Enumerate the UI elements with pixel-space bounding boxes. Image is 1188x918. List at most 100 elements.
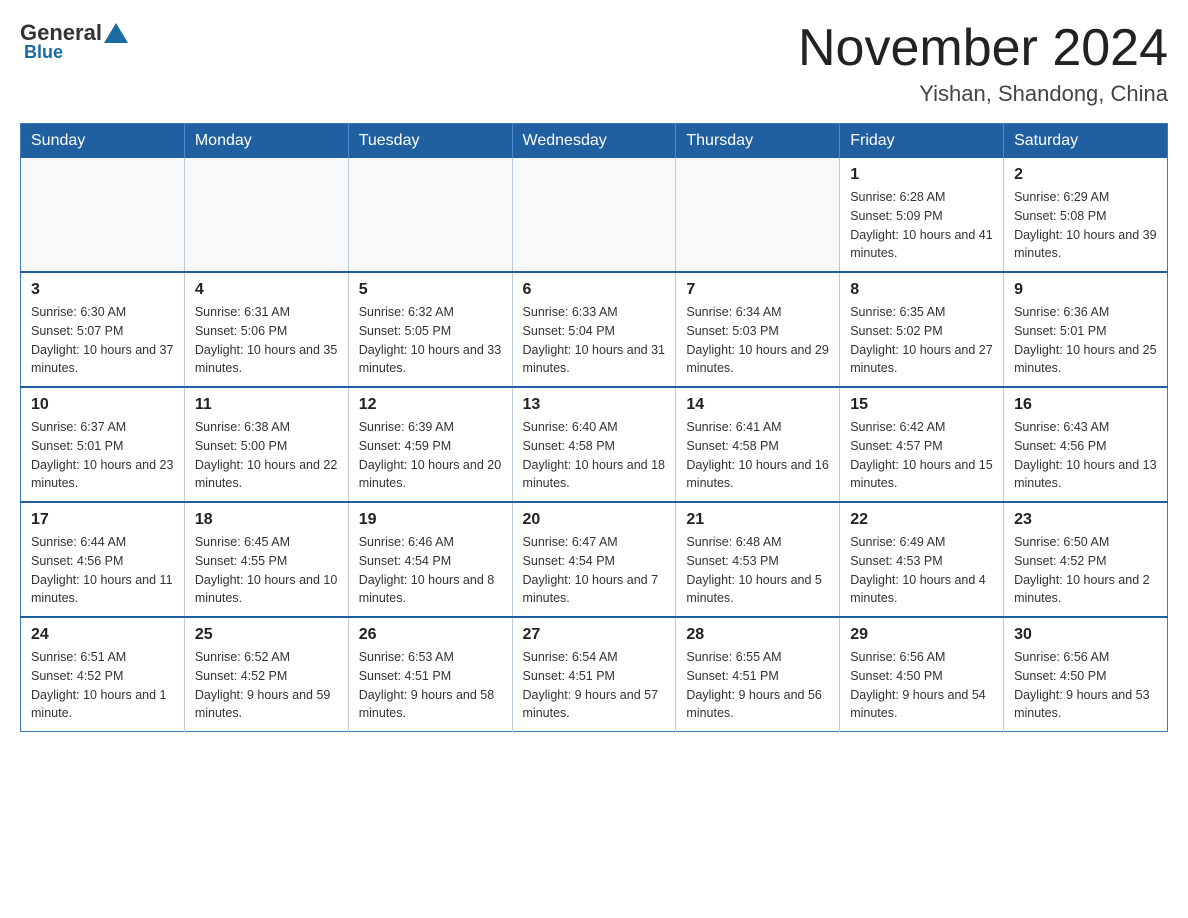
calendar-cell: 11 Sunrise: 6:38 AM Sunset: 5:00 PM Dayli… [184, 387, 348, 502]
day-number: 12 [359, 396, 502, 414]
calendar-cell: 5 Sunrise: 6:32 AM Sunset: 5:05 PM Daylig… [348, 272, 512, 387]
day-info: Sunrise: 6:55 AM Sunset: 4:51 PM Dayligh… [686, 648, 829, 723]
day-info: Sunrise: 6:48 AM Sunset: 4:53 PM Dayligh… [686, 533, 829, 608]
day-number: 5 [359, 281, 502, 299]
calendar-cell: 10Sunrise: 6:37 AM Sunset: 5:01 PM Dayli… [21, 387, 185, 502]
day-info: Sunrise: 6:49 AM Sunset: 4:53 PM Dayligh… [850, 533, 993, 608]
calendar-cell: 22 Sunrise: 6:49 AM Sunset: 4:53 PM Dayli… [840, 502, 1004, 617]
calendar-cell: 17 Sunrise: 6:44 AM Sunset: 4:56 PM Dayli… [21, 502, 185, 617]
calendar-cell: 20Sunrise: 6:47 AM Sunset: 4:54 PM Dayli… [512, 502, 676, 617]
day-number: 15 [850, 396, 993, 414]
day-info: Sunrise: 6:41 AM Sunset: 4:58 PM Dayligh… [686, 418, 829, 493]
calendar-cell: 7 Sunrise: 6:34 AM Sunset: 5:03 PM Daylig… [676, 272, 840, 387]
day-number: 19 [359, 511, 502, 529]
day-number: 21 [686, 511, 829, 529]
day-info: Sunrise: 6:46 AM Sunset: 4:54 PM Dayligh… [359, 533, 502, 608]
day-info: Sunrise: 6:30 AM Sunset: 5:07 PM Dayligh… [31, 303, 174, 378]
calendar-cell: 23 Sunrise: 6:50 AM Sunset: 4:52 PM Dayli… [1004, 502, 1168, 617]
day-number: 13 [523, 396, 666, 414]
day-info: Sunrise: 6:34 AM Sunset: 5:03 PM Dayligh… [686, 303, 829, 378]
weekday-header-wednesday: Wednesday [512, 124, 676, 159]
calendar-cell: 30 Sunrise: 6:56 AM Sunset: 4:50 PM Dayli… [1004, 617, 1168, 732]
day-info: Sunrise: 6:36 AM Sunset: 5:01 PM Dayligh… [1014, 303, 1157, 378]
day-info: Sunrise: 6:39 AM Sunset: 4:59 PM Dayligh… [359, 418, 502, 493]
weekday-header-thursday: Thursday [676, 124, 840, 159]
logo-blue-text: Blue [24, 42, 63, 63]
calendar-cell [348, 158, 512, 272]
weekday-header-monday: Monday [184, 124, 348, 159]
day-info: Sunrise: 6:29 AM Sunset: 5:08 PM Dayligh… [1014, 188, 1157, 263]
day-info: Sunrise: 6:33 AM Sunset: 5:04 PM Dayligh… [523, 303, 666, 378]
day-number: 26 [359, 626, 502, 644]
calendar-cell: 8 Sunrise: 6:35 AM Sunset: 5:02 PM Daylig… [840, 272, 1004, 387]
calendar-week-row: 3 Sunrise: 6:30 AM Sunset: 5:07 PM Daylig… [21, 272, 1168, 387]
day-info: Sunrise: 6:35 AM Sunset: 5:02 PM Dayligh… [850, 303, 993, 378]
day-number: 27 [523, 626, 666, 644]
day-info: Sunrise: 6:28 AM Sunset: 5:09 PM Dayligh… [850, 188, 993, 263]
calendar-cell: 29Sunrise: 6:56 AM Sunset: 4:50 PM Dayli… [840, 617, 1004, 732]
day-number: 18 [195, 511, 338, 529]
calendar-cell: 16Sunrise: 6:43 AM Sunset: 4:56 PM Dayli… [1004, 387, 1168, 502]
calendar-cell: 27Sunrise: 6:54 AM Sunset: 4:51 PM Dayli… [512, 617, 676, 732]
day-info: Sunrise: 6:32 AM Sunset: 5:05 PM Dayligh… [359, 303, 502, 378]
day-number: 3 [31, 281, 174, 299]
calendar-cell: 26 Sunrise: 6:53 AM Sunset: 4:51 PM Dayli… [348, 617, 512, 732]
weekday-header-sunday: Sunday [21, 124, 185, 159]
day-info: Sunrise: 6:44 AM Sunset: 4:56 PM Dayligh… [31, 533, 174, 608]
day-info: Sunrise: 6:51 AM Sunset: 4:52 PM Dayligh… [31, 648, 174, 723]
day-info: Sunrise: 6:47 AM Sunset: 4:54 PM Dayligh… [523, 533, 666, 608]
calendar-cell: 21 Sunrise: 6:48 AM Sunset: 4:53 PM Dayli… [676, 502, 840, 617]
day-number: 25 [195, 626, 338, 644]
calendar-cell: 4Sunrise: 6:31 AM Sunset: 5:06 PM Daylig… [184, 272, 348, 387]
calendar-cell: 14 Sunrise: 6:41 AM Sunset: 4:58 PM Dayli… [676, 387, 840, 502]
day-number: 23 [1014, 511, 1157, 529]
day-number: 24 [31, 626, 174, 644]
weekday-header-tuesday: Tuesday [348, 124, 512, 159]
day-number: 8 [850, 281, 993, 299]
calendar-cell [184, 158, 348, 272]
calendar-week-row: 24 Sunrise: 6:51 AM Sunset: 4:52 PM Dayli… [21, 617, 1168, 732]
calendar-week-row: 1 Sunrise: 6:28 AM Sunset: 5:09 PM Daylig… [21, 158, 1168, 272]
calendar-cell [21, 158, 185, 272]
day-number: 16 [1014, 396, 1157, 414]
calendar-cell: 3 Sunrise: 6:30 AM Sunset: 5:07 PM Daylig… [21, 272, 185, 387]
title-section: November 2024 Yishan, Shandong, China [798, 20, 1168, 107]
calendar-cell: 6 Sunrise: 6:33 AM Sunset: 5:04 PM Daylig… [512, 272, 676, 387]
calendar-cell [676, 158, 840, 272]
day-number: 17 [31, 511, 174, 529]
calendar-table: SundayMondayTuesdayWednesdayThursdayFrid… [20, 123, 1168, 732]
weekday-header-friday: Friday [840, 124, 1004, 159]
day-number: 28 [686, 626, 829, 644]
day-info: Sunrise: 6:45 AM Sunset: 4:55 PM Dayligh… [195, 533, 338, 608]
calendar-cell: 28 Sunrise: 6:55 AM Sunset: 4:51 PM Dayli… [676, 617, 840, 732]
day-info: Sunrise: 6:53 AM Sunset: 4:51 PM Dayligh… [359, 648, 502, 723]
day-number: 6 [523, 281, 666, 299]
weekday-header-saturday: Saturday [1004, 124, 1168, 159]
day-number: 1 [850, 166, 993, 184]
weekday-header-row: SundayMondayTuesdayWednesdayThursdayFrid… [21, 124, 1168, 159]
calendar-cell: 18 Sunrise: 6:45 AM Sunset: 4:55 PM Dayli… [184, 502, 348, 617]
day-info: Sunrise: 6:50 AM Sunset: 4:52 PM Dayligh… [1014, 533, 1157, 608]
calendar-cell: 13 Sunrise: 6:40 AM Sunset: 4:58 PM Dayli… [512, 387, 676, 502]
day-number: 14 [686, 396, 829, 414]
day-number: 30 [1014, 626, 1157, 644]
calendar-cell [512, 158, 676, 272]
day-info: Sunrise: 6:38 AM Sunset: 5:00 PM Dayligh… [195, 418, 338, 493]
page-header: General Blue November 2024 Yishan, Shand… [20, 20, 1168, 107]
calendar-cell: 19 Sunrise: 6:46 AM Sunset: 4:54 PM Dayli… [348, 502, 512, 617]
day-number: 29 [850, 626, 993, 644]
day-number: 11 [195, 396, 338, 414]
calendar-cell: 12 Sunrise: 6:39 AM Sunset: 4:59 PM Dayli… [348, 387, 512, 502]
calendar-cell: 1 Sunrise: 6:28 AM Sunset: 5:09 PM Daylig… [840, 158, 1004, 272]
calendar-week-row: 10Sunrise: 6:37 AM Sunset: 5:01 PM Dayli… [21, 387, 1168, 502]
day-info: Sunrise: 6:56 AM Sunset: 4:50 PM Dayligh… [1014, 648, 1157, 723]
day-number: 7 [686, 281, 829, 299]
day-info: Sunrise: 6:40 AM Sunset: 4:58 PM Dayligh… [523, 418, 666, 493]
day-number: 22 [850, 511, 993, 529]
day-info: Sunrise: 6:37 AM Sunset: 5:01 PM Dayligh… [31, 418, 174, 493]
calendar-cell: 2Sunrise: 6:29 AM Sunset: 5:08 PM Daylig… [1004, 158, 1168, 272]
logo: General Blue [20, 20, 130, 63]
day-info: Sunrise: 6:42 AM Sunset: 4:57 PM Dayligh… [850, 418, 993, 493]
day-info: Sunrise: 6:31 AM Sunset: 5:06 PM Dayligh… [195, 303, 338, 378]
calendar-cell: 24 Sunrise: 6:51 AM Sunset: 4:52 PM Dayli… [21, 617, 185, 732]
